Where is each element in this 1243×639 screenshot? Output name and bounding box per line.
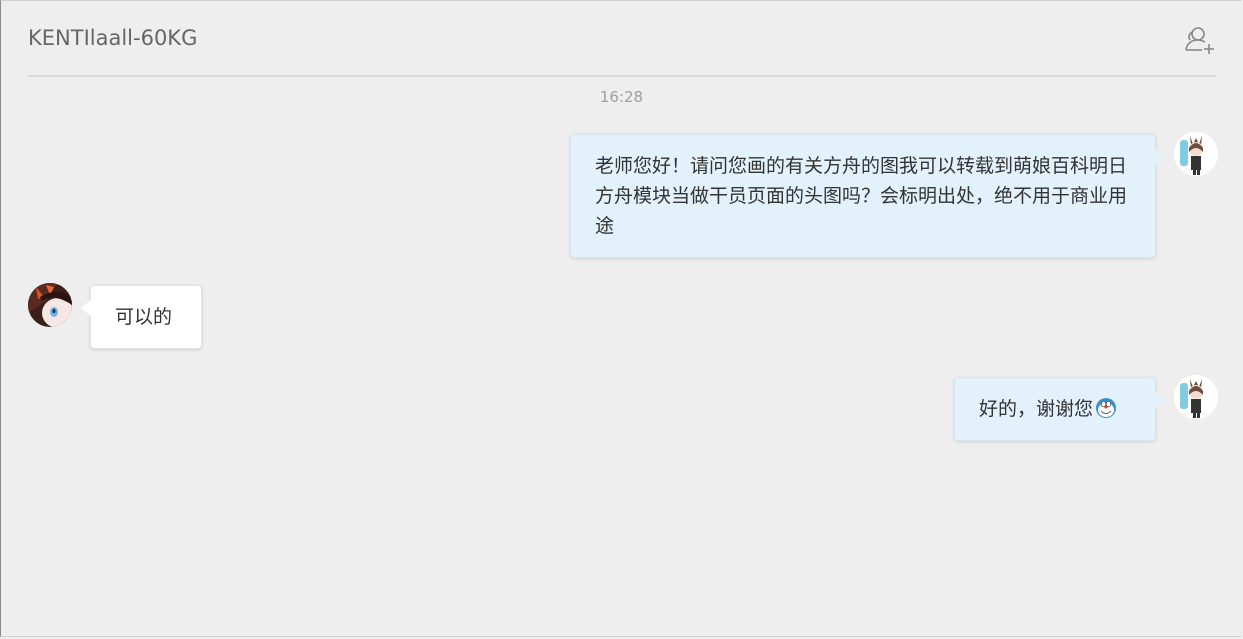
outgoing-message: 好的，谢谢您 <box>954 377 1165 441</box>
chat-header: KENTIlaall-60KG <box>28 0 1216 77</box>
my-avatar[interactable] <box>1174 375 1218 419</box>
message-text: 可以的 <box>115 306 173 328</box>
outgoing-message: 老师您好！请问您画的有关方舟的图我可以转载到萌娘百科明日方舟模块当做干员页面的头… <box>570 134 1165 258</box>
message-text: 好的，谢谢您 <box>979 398 1094 420</box>
contact-avatar[interactable] <box>28 283 72 327</box>
my-avatar[interactable] <box>1174 132 1218 176</box>
add-user-icon[interactable] <box>1182 24 1216 56</box>
chat-title: KENTIlaall-60KG <box>28 26 198 50</box>
incoming-message: 可以的 <box>81 285 202 349</box>
message-timestamp: 16:28 <box>599 88 644 106</box>
doraemon-emoji-icon <box>1095 397 1117 419</box>
message-text: 老师您好！请问您画的有关方舟的图我可以转载到萌娘百科明日方舟模块当做干员页面的头… <box>595 155 1128 237</box>
